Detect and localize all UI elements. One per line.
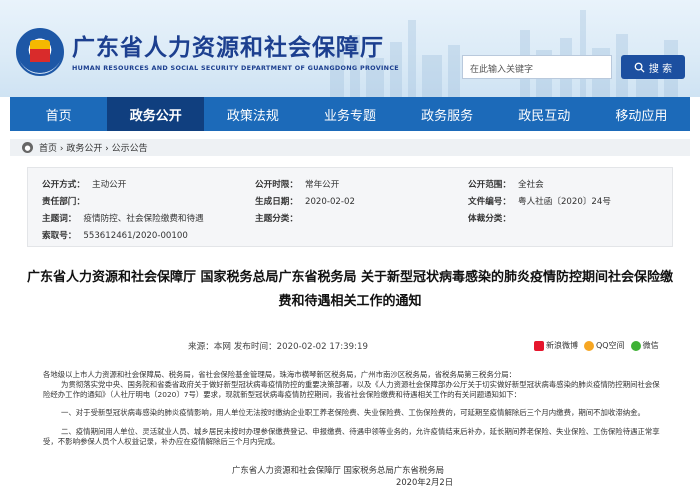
search-button[interactable]: 搜 索 <box>621 55 685 79</box>
meta-owner: 责任部门： <box>42 197 85 207</box>
search-button-label: 搜 索 <box>648 63 673 75</box>
share-wechat[interactable]: 微信 <box>630 340 659 351</box>
share-weibo[interactable]: 新浪微博 <box>534 340 578 351</box>
search-icon <box>634 62 645 73</box>
meta-index: 索取号： 553612461/2020-00100 <box>42 231 188 241</box>
article-addressee: 各地级以上市人力资源和社会保障局、税务局，省社会保险基金管理局，珠海市横琴新区税… <box>43 370 517 379</box>
nav-item-policies[interactable]: 政策法规 <box>204 97 301 131</box>
share-bar: 新浪微博 QQ空间 微信 <box>534 340 659 351</box>
breadcrumb: ● 首页 › 政务公开 › 公示公告 <box>10 139 690 156</box>
article-source: 来源：本网 发布时间：2020-02-02 17:39:19 <box>188 342 368 352</box>
article-paragraph-3: 二、疫情期间用人单位、灵活就业人员、城乡居民未按时办理参保缴费登记、申报缴费、待… <box>43 427 660 446</box>
article-paragraph-2: 一、对于受新型冠状病毒感染的肺炎疫情影响，用人单位无法按时缴纳企业职工养老保险费… <box>61 408 645 417</box>
document-meta: 公开方式： 主动公开 公开时限： 常年公开 公开范围： 全社会 责任部门： 生成日期：… <box>27 167 673 247</box>
meta-genre: 体裁分类： <box>468 214 511 224</box>
meta-open-period: 公开时限： 常年公开 <box>255 180 340 190</box>
meta-doc-no: 文件编号： 粤人社函〔2020〕24号 <box>468 197 611 207</box>
location-icon: ● <box>22 142 33 153</box>
weibo-icon <box>534 340 544 351</box>
meta-open-mode: 公开方式： 主动公开 <box>42 180 127 190</box>
article-sign-date: 2020年2月2日 <box>396 477 454 487</box>
article-title: 广东省人力资源和社会保障厅 国家税务总局广东省税务局 关于新型冠状病毒感染的肺炎… <box>26 270 674 309</box>
site-subtitle: HUMAN RESOURCES AND SOCIAL SECURITY DEPA… <box>72 64 399 72</box>
site-logo[interactable] <box>16 28 64 76</box>
meta-open-scope: 公开范围： 全社会 <box>468 180 544 190</box>
nav-item-gov-affairs[interactable]: 政务公开 <box>107 97 205 131</box>
nav-item-topics[interactable]: 业务专题 <box>301 97 398 131</box>
share-qzone[interactable]: QQ空间 <box>584 340 625 351</box>
article-source-line: 来源：本网 发布时间：2020-02-02 17:39:19 新浪微博 QQ空间… <box>0 340 700 354</box>
article-signature: 广东省人力资源和社会保障厅 国家税务总局广东省税务局 <box>232 465 445 475</box>
nav-item-home[interactable]: 首页 <box>10 97 107 131</box>
search-input[interactable]: 在此输入关键字 <box>462 55 612 79</box>
site-title: 广东省人力资源和社会保障厅 <box>72 34 384 61</box>
article-paragraph-1: 为贯彻落实党中央、国务院和省委省政府关于做好新型冠状病毒疫情防控的重要决策部署，… <box>43 380 660 399</box>
nav-item-services[interactable]: 政务服务 <box>399 97 496 131</box>
main-nav: 首页 政务公开 政策法规 业务专题 政务服务 政民互动 移动应用 <box>10 97 690 131</box>
wechat-icon <box>630 340 641 351</box>
meta-date: 生成日期： 2020-02-02 <box>255 197 355 207</box>
qzone-icon <box>584 340 594 351</box>
meta-topic: 主题词： 疫情防控、社会保险缴费和待遇 <box>42 214 204 224</box>
nav-item-mobile[interactable]: 移动应用 <box>593 97 690 131</box>
meta-category: 主题分类： <box>255 214 298 224</box>
breadcrumb-text[interactable]: 首页 › 政务公开 › 公示公告 <box>39 141 148 154</box>
site-header: 广东省人力资源和社会保障厅 HUMAN RESOURCES AND SOCIAL… <box>0 0 700 97</box>
nav-item-interaction[interactable]: 政民互动 <box>496 97 593 131</box>
